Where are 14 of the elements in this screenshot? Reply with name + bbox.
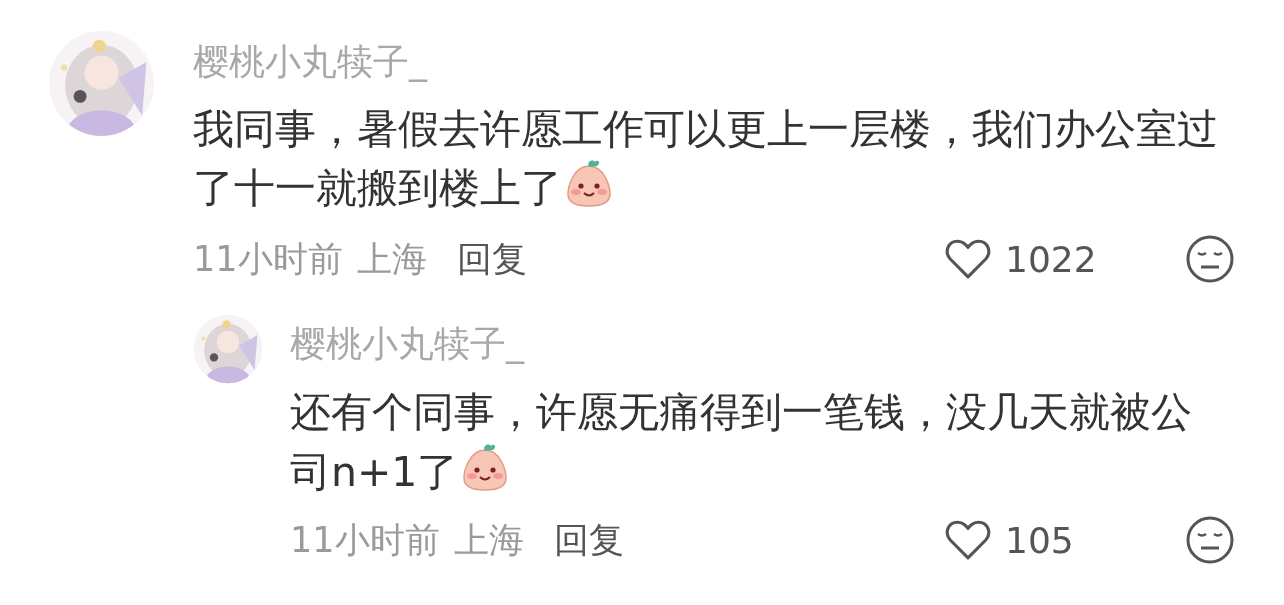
location: 上海 — [356, 237, 427, 281]
timestamp: 11小时前 — [290, 518, 440, 562]
location: 上海 — [453, 518, 524, 562]
like-count: 105 — [1005, 519, 1075, 561]
neutral-face-icon[interactable] — [1185, 515, 1235, 565]
heart-icon[interactable] — [945, 519, 991, 561]
comment-text: 我同事，暑假去许愿工作可以更上一层楼，我们办公室过了十一就搬到楼上了 — [193, 105, 1218, 212]
like-count: 1022 — [1005, 238, 1098, 280]
neutral-face-icon[interactable] — [1185, 234, 1235, 284]
timestamp: 11小时前 — [193, 237, 343, 281]
reply-link[interactable]: 回复 — [456, 235, 527, 283]
heart-icon[interactable] — [945, 238, 991, 280]
reply-link[interactable]: 回复 — [553, 516, 624, 564]
comment-text: 还有个同事，许愿无痛得到一笔钱，没几天就被公司n+1了 — [290, 388, 1192, 496]
